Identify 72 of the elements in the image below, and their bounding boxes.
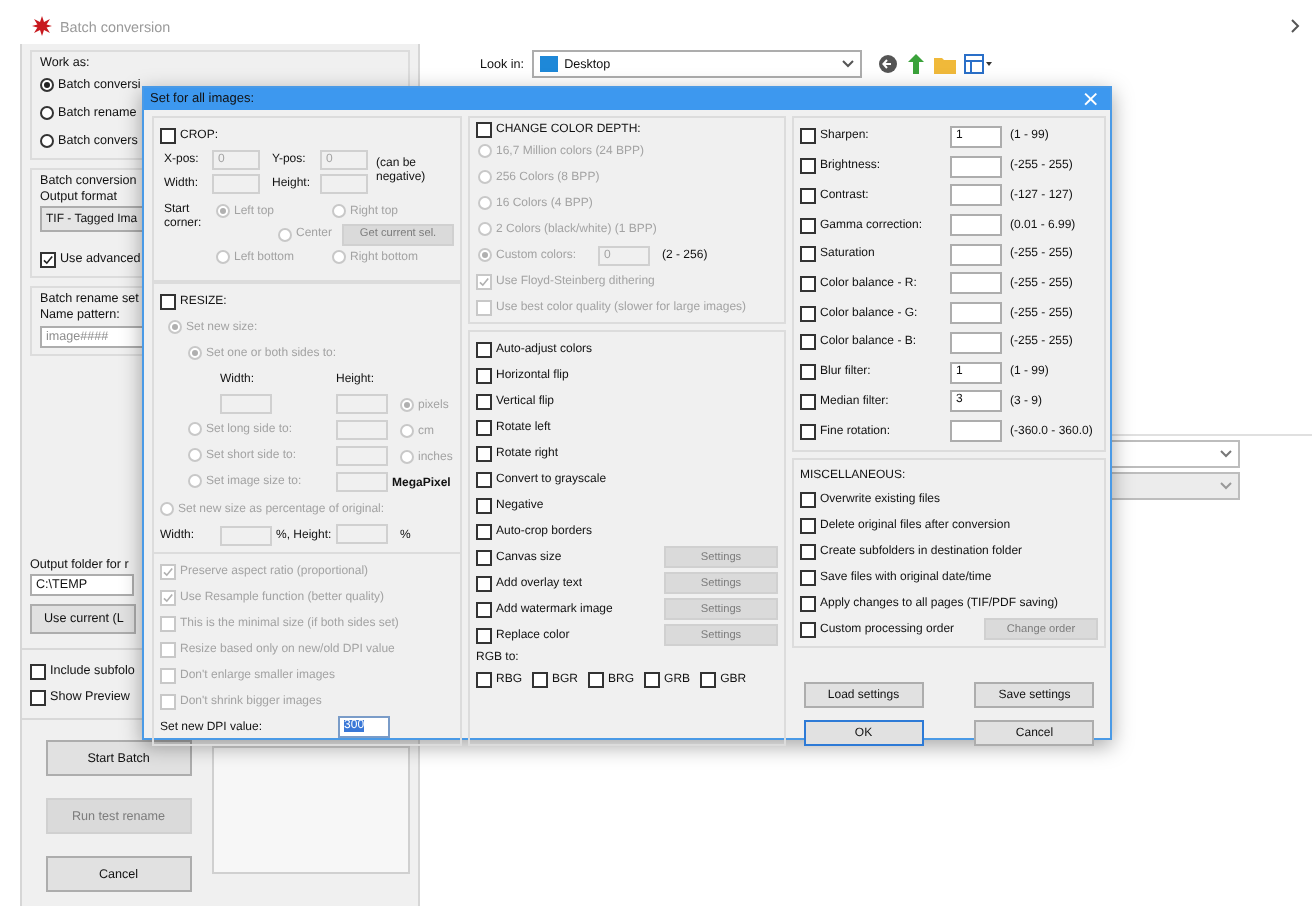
checkbox[interactable] [800, 128, 816, 145]
back-icon[interactable] [878, 54, 899, 74]
up-arrow-icon[interactable] [906, 54, 927, 74]
checkbox[interactable] [30, 689, 46, 705]
checkbox[interactable] [700, 671, 717, 687]
checkbox[interactable] [476, 671, 492, 687]
checkbox[interactable] [800, 246, 816, 263]
checkbox[interactable] [644, 671, 661, 687]
checkbox[interactable] [160, 127, 176, 143]
checkbox[interactable] [800, 334, 816, 351]
number-field[interactable] [336, 393, 388, 413]
checkbox[interactable] [800, 569, 816, 585]
checkbox[interactable] [476, 497, 492, 513]
checkbox[interactable] [476, 419, 492, 435]
checkbox[interactable] [476, 549, 492, 565]
checkbox[interactable] [800, 491, 816, 507]
dropdown[interactable] [1106, 472, 1240, 500]
checkbox[interactable] [160, 589, 176, 605]
checkbox[interactable] [800, 187, 816, 204]
number-field[interactable] [950, 272, 1002, 295]
checkbox[interactable] [800, 517, 816, 533]
checkbox[interactable] [800, 595, 816, 611]
app-icon [32, 16, 52, 36]
checkbox[interactable] [800, 217, 816, 234]
checkbox[interactable] [476, 122, 492, 138]
number-field[interactable] [336, 523, 388, 543]
dropdown[interactable] [1106, 440, 1240, 468]
checkbox[interactable] [476, 523, 492, 539]
checkbox[interactable] [40, 251, 56, 267]
view-menu-icon[interactable] [964, 54, 993, 74]
checkbox[interactable] [800, 275, 816, 292]
radio-button[interactable] [40, 106, 54, 120]
radio-button[interactable] [40, 78, 54, 92]
number-field[interactable] [950, 184, 1002, 207]
checkbox[interactable] [588, 671, 605, 687]
number-field[interactable] [950, 155, 1002, 178]
checkbox[interactable] [476, 627, 492, 643]
checkbox[interactable] [476, 575, 492, 591]
checkbox[interactable] [800, 158, 816, 175]
number-field[interactable] [336, 419, 388, 439]
checkbox[interactable] [160, 563, 176, 579]
checkbox[interactable] [160, 293, 176, 309]
radio-button[interactable] [40, 134, 54, 148]
checkbox[interactable] [476, 367, 492, 383]
number-field[interactable] [950, 214, 1002, 237]
checkbox[interactable] [800, 393, 816, 410]
number-field[interactable] [220, 525, 272, 545]
number-field[interactable] [336, 471, 388, 491]
number-field[interactable] [950, 243, 1002, 266]
number-field[interactable] [950, 331, 1002, 354]
checkbox[interactable] [800, 543, 816, 559]
checkbox[interactable] [476, 471, 492, 487]
checkbox[interactable] [476, 273, 492, 289]
checkbox[interactable] [476, 393, 492, 409]
number-field[interactable] [950, 302, 1002, 325]
folder-icon[interactable] [934, 54, 957, 74]
checkbox[interactable] [476, 601, 492, 617]
number-field[interactable] [950, 420, 1002, 443]
checkbox[interactable] [532, 671, 549, 687]
number-field[interactable] [336, 445, 388, 465]
checkbox[interactable] [800, 364, 816, 381]
number-field[interactable] [220, 393, 272, 413]
checkbox[interactable] [30, 663, 46, 679]
checkbox[interactable] [476, 341, 492, 357]
chevron-icon[interactable] [1290, 18, 1300, 34]
checkbox[interactable] [800, 621, 816, 637]
checkbox[interactable] [800, 305, 816, 322]
checkbox[interactable] [800, 423, 816, 440]
checkbox[interactable] [476, 445, 492, 461]
number-field[interactable] [320, 174, 368, 194]
desktop-icon [540, 56, 559, 72]
number-field[interactable] [212, 174, 260, 194]
